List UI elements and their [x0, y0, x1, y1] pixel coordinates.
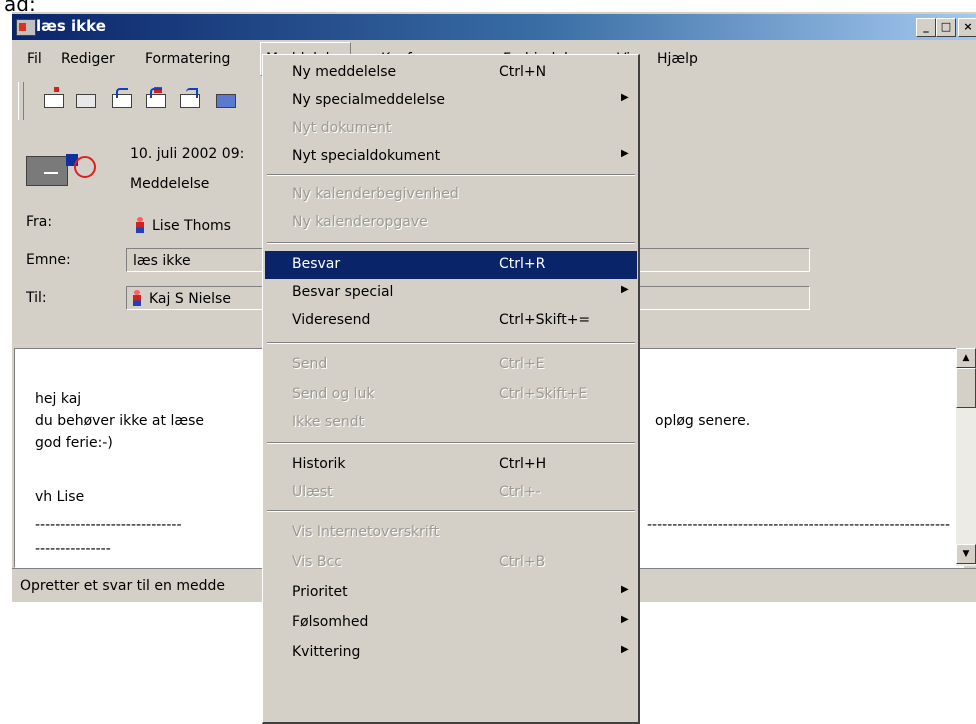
menu-item-label: Besvar [292, 256, 341, 272]
menu-item-besvar-special[interactable]: Besvar special ▶ [265, 279, 637, 307]
menu-separator [267, 242, 635, 244]
menu-item-ny-meddelelse[interactable]: Ny meddelelse Ctrl+N [265, 59, 637, 87]
menu-item-historik[interactable]: Historik Ctrl+H [265, 451, 637, 479]
scroll-thumb[interactable] [956, 368, 976, 408]
menu-separator [267, 174, 635, 176]
menu-item-ikke-sendt[interactable]: Ikke sendt [265, 409, 637, 437]
menu-item-label: Vis Internetoverskrift [292, 524, 439, 540]
to-label: Til: [26, 290, 47, 306]
menu-item-kvittering[interactable]: Kvittering ▶ [265, 639, 637, 667]
menu-item-label: Besvar special [292, 284, 394, 300]
message-type: Meddelelse [130, 176, 210, 192]
status-text: Opretter et svar til en medde [20, 578, 225, 594]
body-dash-tail: ----------------------------------------… [647, 517, 951, 533]
menu-item-besvar[interactable]: Besvar Ctrl+R [265, 251, 637, 279]
body-line: hej kaj [35, 391, 82, 407]
menu-item-shortcut: Ctrl+Skift+= [499, 312, 591, 328]
menu-item-ny-kalenderbegivenhed[interactable]: Ny kalenderbegivenhed [265, 181, 637, 209]
person-icon [133, 290, 141, 306]
menu-item-folsomhed[interactable]: Følsomhed ▶ [265, 609, 637, 637]
menu-item-label: Videresend [292, 312, 371, 328]
menu-item-nyt-dokument[interactable]: Nyt dokument [265, 115, 637, 143]
menu-item-label: Send [292, 356, 328, 372]
menu-item-shortcut: Ctrl+Skift+E [499, 386, 588, 402]
menu-item-label: Ny specialmeddelelse [292, 92, 445, 108]
menu-item-shortcut: Ctrl+N [499, 64, 547, 80]
menu-separator [267, 342, 635, 344]
menu-hjaelp[interactable]: Hjælp [652, 42, 703, 74]
menu-item-label: Ikke sendt [292, 414, 365, 430]
title-bar[interactable]: læs ikke _ □ × [12, 14, 976, 40]
menu-item-shortcut: Ctrl+B [499, 554, 546, 570]
menu-item-label: Følsomhed [292, 614, 369, 630]
menu-item-label: Ny meddelelse [292, 64, 397, 80]
menu-item-videresend[interactable]: Videresend Ctrl+Skift+= [265, 307, 637, 335]
body-line: ----------------------------- [35, 517, 182, 533]
submenu-arrow-icon: ▶ [621, 614, 629, 625]
save-icon[interactable] [74, 88, 96, 108]
menu-item-label: Historik [292, 456, 346, 472]
message-window-icon [16, 19, 36, 36]
submenu-arrow-icon: ▶ [621, 584, 629, 595]
menu-item-label: Nyt specialdokument [292, 148, 441, 164]
menu-item-label: Vis Bcc [292, 554, 342, 570]
menu-item-prioritet[interactable]: Prioritet ▶ [265, 579, 637, 607]
menu-item-label: Nyt dokument [292, 120, 392, 136]
menu-item-vis-internetoverskrift[interactable]: Vis Internetoverskrift [265, 519, 637, 547]
menu-item-label: Send og luk [292, 386, 375, 402]
submenu-arrow-icon: ▶ [621, 148, 629, 159]
minimize-button[interactable]: _ [916, 18, 936, 37]
menu-fil[interactable]: Fil [22, 42, 47, 74]
menu-item-label: Ulæst [292, 484, 333, 500]
menu-item-label: Kvittering [292, 644, 361, 660]
menu-item-shortcut: Ctrl+H [499, 456, 547, 472]
menu-item-ny-specialmeddelelse[interactable]: Ny specialmeddelelse ▶ [265, 87, 637, 115]
scroll-up-icon[interactable]: ▲ [956, 348, 976, 368]
menu-item-shortcut: Ctrl+- [499, 484, 541, 500]
submenu-arrow-icon: ▶ [621, 644, 629, 655]
scroll-down-icon[interactable]: ▼ [956, 544, 976, 564]
from-label: Fra: [26, 214, 53, 230]
toolbar-grip[interactable] [18, 82, 24, 120]
submenu-arrow-icon: ▶ [621, 284, 629, 295]
menu-rediger[interactable]: Rediger [56, 42, 120, 74]
menu-item-shortcut: Ctrl+R [499, 256, 546, 272]
body-line-tail: opløg senere. [655, 413, 751, 429]
close-button[interactable]: × [958, 18, 976, 37]
window-title: læs ikke [36, 17, 106, 35]
submenu-arrow-icon: ▶ [621, 92, 629, 103]
person-icon [136, 217, 144, 233]
menu-item-ny-kalenderopgave[interactable]: Ny kalenderopgave [265, 209, 637, 237]
menu-item-send-og-luk[interactable]: Send og luk Ctrl+Skift+E [265, 381, 637, 409]
menu-item-ulaest[interactable]: Ulæst Ctrl+- [265, 479, 637, 507]
menu-item-vis-bcc[interactable]: Vis Bcc Ctrl+B [265, 549, 637, 577]
menu-item-nyt-specialdokument[interactable]: Nyt specialdokument ▶ [265, 143, 637, 171]
body-line: god ferie:-) [35, 435, 113, 451]
meddelelse-dropdown-menu: Ny meddelelse Ctrl+N Ny specialmeddelelse… [262, 54, 640, 724]
from-value[interactable]: Lise Thoms [136, 214, 231, 234]
menu-item-send[interactable]: Send Ctrl+E [265, 351, 637, 379]
body-line: vh Lise [35, 489, 85, 505]
forward-icon[interactable] [178, 88, 200, 108]
menu-separator [267, 442, 635, 444]
reply-icon[interactable] [110, 88, 132, 108]
menu-formatering[interactable]: Formatering [140, 42, 235, 74]
menu-item-label: Prioritet [292, 584, 348, 600]
reply-all-icon[interactable] [144, 87, 166, 108]
body-line: du behøver ikke at læse [35, 413, 204, 429]
new-message-icon[interactable] [42, 87, 64, 108]
message-date: 10. juli 2002 09: [130, 146, 245, 162]
menu-item-shortcut: Ctrl+E [499, 356, 545, 372]
message-envelope-icon [26, 150, 96, 190]
menu-item-label: Ny kalenderbegivenhed [292, 186, 459, 202]
menu-item-label: Ny kalenderopgave [292, 214, 428, 230]
menu-separator [267, 510, 635, 512]
address-book-icon[interactable] [214, 88, 236, 108]
subject-label: Emne: [26, 252, 71, 268]
maximize-button[interactable]: □ [936, 18, 956, 37]
vertical-scrollbar[interactable]: ▲ ▼ [956, 348, 976, 566]
body-line: --------------- [35, 541, 111, 557]
